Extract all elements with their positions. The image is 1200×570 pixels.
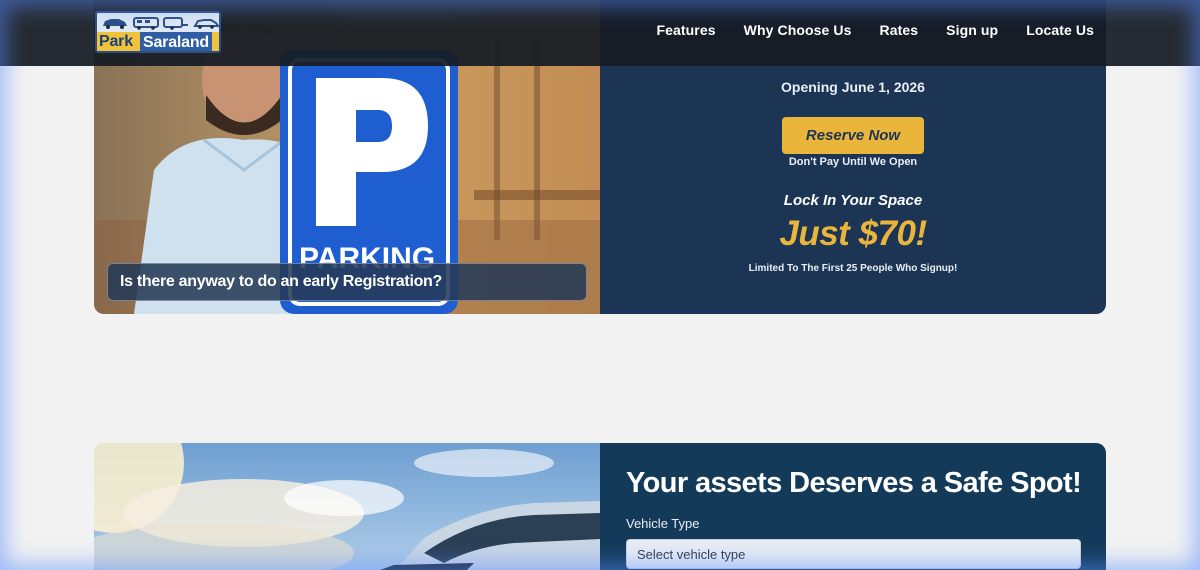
- logo-vehicle-icons: [101, 15, 219, 31]
- camper-icon: [163, 17, 188, 30]
- car-sky-photo: [94, 443, 600, 570]
- nav-rates[interactable]: Rates: [880, 22, 919, 38]
- nav-sign-up[interactable]: Sign up: [946, 22, 998, 38]
- nav-features[interactable]: Features: [656, 22, 715, 38]
- nav-why-choose-us[interactable]: Why Choose Us: [744, 22, 852, 38]
- faq-question-box[interactable]: Is there anyway to do an early Registrat…: [107, 263, 587, 301]
- vehicle-type-select[interactable]: Select vehicle type: [626, 539, 1081, 569]
- park-saraland-logo[interactable]: Park Saraland: [95, 11, 221, 53]
- lock-in-heading: Lock In Your Space: [783, 192, 923, 209]
- limited-offer-note: Limited To The First 25 People Who Signu…: [748, 263, 958, 274]
- opening-date: Opening June 1, 2026: [781, 79, 925, 95]
- main-nav: Features Why Choose Us Rates Sign up Loc…: [656, 22, 1094, 38]
- logo-text-park: Park: [99, 33, 133, 51]
- rv-icon: [133, 17, 159, 30]
- faq-question-text: Is there anyway to do an early Registrat…: [120, 273, 443, 290]
- site-header: Park Saraland Features Why Choose Us Rat…: [0, 0, 1200, 66]
- promo-price: Just $70!: [779, 214, 927, 253]
- nav-locate-us[interactable]: Locate Us: [1026, 22, 1094, 38]
- vehicle-type-label: Vehicle Type: [626, 516, 700, 531]
- logo-wordmark: Park Saraland: [97, 32, 219, 51]
- form-title: Your assets Deserves a Safe Spot!: [626, 467, 1082, 499]
- logo-text-saraland: Saraland: [140, 32, 212, 51]
- signup-card: Your assets Deserves a Safe Spot! Vehicl…: [94, 443, 1106, 570]
- car-icon: [103, 19, 127, 29]
- signup-form-panel: Your assets Deserves a Safe Spot! Vehicl…: [600, 443, 1106, 570]
- dont-pay-note: Don't Pay Until We Open: [788, 156, 918, 168]
- sedan-icon: [193, 19, 219, 29]
- reserve-now-button[interactable]: Reserve Now: [782, 117, 924, 154]
